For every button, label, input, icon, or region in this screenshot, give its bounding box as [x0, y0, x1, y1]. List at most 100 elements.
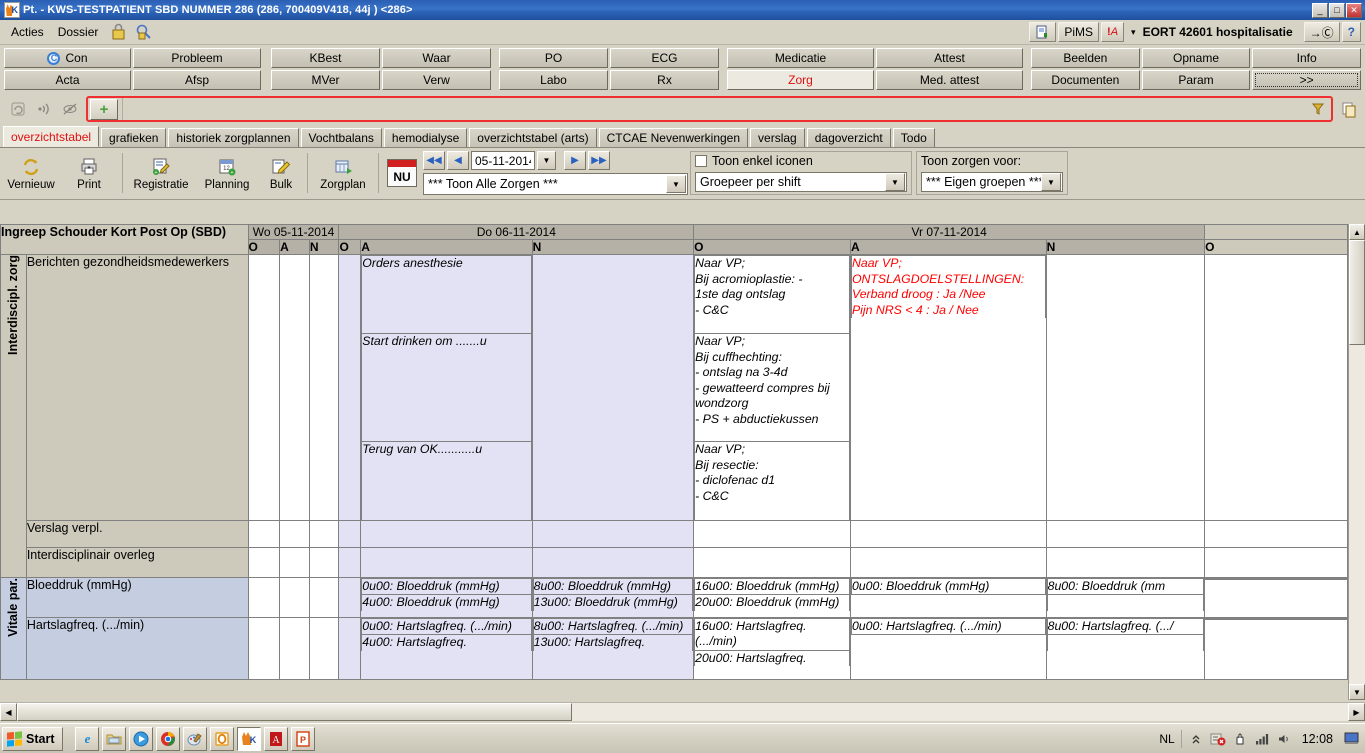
- care-entry[interactable]: 0u00: Hartslagfreq. (.../min): [361, 617, 532, 635]
- care-entry[interactable]: 16u00: Hartslagfreq. (.../min): [694, 617, 850, 651]
- show-hidden-icons[interactable]: [1188, 731, 1204, 747]
- vscroll-thumb[interactable]: [1349, 240, 1365, 345]
- horizontal-scrollbar[interactable]: ◀ ▶: [0, 702, 1365, 721]
- care-entry[interactable]: 8u00: Bloeddruk (mm: [1046, 577, 1205, 595]
- cell-wo-o-bloeddruk[interactable]: [247, 576, 281, 618]
- care-entry[interactable]: 0u00: Hartslagfreq. (.../min): [850, 617, 1046, 635]
- cell-do-n-berichten[interactable]: [531, 254, 695, 521]
- cell-wo-o-hartslag[interactable]: [247, 616, 281, 680]
- cell-wo-a-overleg[interactable]: [279, 546, 310, 578]
- care-entry[interactable]: 4u00: Bloeddruk (mmHg): [361, 594, 532, 611]
- tab-todo[interactable]: Todo: [892, 128, 935, 147]
- nav-button-opname[interactable]: Opname: [1141, 48, 1251, 68]
- nav-button-po[interactable]: PO: [499, 48, 608, 68]
- nav-button-afsp[interactable]: Afsp: [133, 70, 261, 90]
- nav-button-beelden[interactable]: Beelden: [1031, 48, 1140, 68]
- cell-wo-n-hartslag[interactable]: [308, 616, 340, 680]
- goto-button[interactable]: →Ⓒ: [1303, 22, 1340, 42]
- show-care-for-select[interactable]: *** Eigen groepen *** ▼: [921, 172, 1063, 192]
- powerpoint-icon[interactable]: P: [291, 726, 316, 751]
- tab-ctcae-nevenwerkingen[interactable]: CTCAE Nevenwerkingen: [598, 128, 749, 147]
- menu-acties[interactable]: Acties: [4, 23, 51, 41]
- cell-vr-o-berichten[interactable]: Naar VP; Bij acromioplastie: - 1ste dag …: [693, 254, 851, 521]
- cell-vr-a-verslag[interactable]: [849, 519, 1047, 548]
- nav-button-waar[interactable]: Waar: [382, 48, 491, 68]
- nav-button-kbest[interactable]: KBest: [271, 48, 380, 68]
- minimize-button[interactable]: _: [1312, 2, 1328, 18]
- cell-wo-a-bloeddruk[interactable]: [279, 576, 310, 618]
- care-entry-empty[interactable]: [1046, 634, 1205, 651]
- internet-explorer-icon[interactable]: e: [75, 726, 100, 751]
- alert-button[interactable]: ! A: [1101, 22, 1125, 42]
- nav-button-acta[interactable]: Acta: [4, 70, 131, 90]
- care-entry[interactable]: [1205, 618, 1347, 620]
- nav-button-probleem[interactable]: Probleem: [133, 48, 261, 68]
- nav-button-medicatie[interactable]: Medicatie: [727, 48, 874, 68]
- nav-button-med-attest[interactable]: Med. attest: [876, 70, 1023, 90]
- cell-wo-n-berichten[interactable]: [308, 254, 340, 521]
- copy-icon[interactable]: [1337, 98, 1361, 120]
- search-input[interactable]: [122, 98, 1307, 120]
- network-hand-icon[interactable]: [1232, 731, 1248, 747]
- tab-overzichtstabel[interactable]: overzichtstabel: [3, 126, 100, 147]
- cell-wo-n-bloeddruk[interactable]: [308, 576, 340, 618]
- vertical-scrollbar[interactable]: ▲ ▼: [1348, 224, 1365, 700]
- antivirus-alert-icon[interactable]: [1210, 731, 1226, 747]
- scroll-up-button[interactable]: ▲: [1349, 224, 1365, 240]
- add-button[interactable]: +: [90, 98, 118, 120]
- cell-wo-n-overleg[interactable]: [308, 546, 340, 578]
- cell-do-n-overleg[interactable]: [531, 546, 695, 578]
- cell-vr-a-berichten[interactable]: Naar VP; ONTSLAGDOELSTELLINGEN: Verband …: [849, 254, 1047, 521]
- paint-icon[interactable]: [183, 726, 208, 751]
- file-explorer-icon[interactable]: [102, 726, 127, 751]
- cell-do-o-berichten[interactable]: [338, 254, 362, 521]
- history-icon[interactable]: [6, 98, 30, 120]
- start-button[interactable]: Start: [2, 726, 64, 751]
- icons-only-checkbox[interactable]: [695, 155, 707, 167]
- tab-verslag[interactable]: verslag: [750, 128, 805, 147]
- cell-next-o-overleg[interactable]: [1204, 546, 1348, 578]
- care-entry[interactable]: 4u00: Hartslagfreq.: [361, 634, 532, 651]
- hscroll-track[interactable]: [17, 703, 1348, 721]
- grouping-select[interactable]: Groepeer per shift ▼: [695, 172, 907, 192]
- eye-off-icon[interactable]: [58, 98, 82, 120]
- date-input[interactable]: [471, 151, 535, 170]
- chevron-down-icon[interactable]: ▼: [666, 175, 686, 193]
- date-dropdown-button[interactable]: ▼: [537, 151, 556, 170]
- cell-vr-n-bloeddruk[interactable]: 8u00: Bloeddruk (mm: [1045, 576, 1206, 618]
- cell-do-a-berichten[interactable]: Orders anesthesie Start drinken om .....…: [360, 254, 533, 521]
- cell-wo-o-overleg[interactable]: [247, 546, 281, 578]
- cell-do-o-verslag[interactable]: [338, 519, 362, 548]
- care-filter-select[interactable]: *** Toon Alle Zorgen *** ▼: [423, 173, 688, 195]
- nav-button-attest[interactable]: Attest: [876, 48, 1023, 68]
- show-desktop-icon[interactable]: [1343, 731, 1359, 747]
- nav-button-ecg[interactable]: ECG: [610, 48, 719, 68]
- date-next-button[interactable]: ▶: [564, 151, 586, 170]
- sound-icon[interactable]: [32, 98, 56, 120]
- pims-button[interactable]: PiMS: [1058, 22, 1100, 42]
- nav-button-documenten[interactable]: Documenten: [1031, 70, 1140, 90]
- toolbar-registratie[interactable]: + Registratie: [127, 150, 195, 196]
- care-entry-empty[interactable]: [1046, 594, 1205, 611]
- volume-icon[interactable]: [1276, 731, 1292, 747]
- cell-vr-n-overleg[interactable]: [1045, 546, 1206, 578]
- cell-vr-o-verslag[interactable]: [693, 519, 851, 548]
- language-indicator[interactable]: NL: [1159, 732, 1174, 746]
- date-first-button[interactable]: ◀◀: [423, 151, 445, 170]
- toolbar-planning[interactable]: 12 + Planning: [195, 150, 259, 196]
- outlook-icon[interactable]: [210, 726, 235, 751]
- cell-vr-a-hartslag[interactable]: 0u00: Hartslagfreq. (.../min): [849, 616, 1047, 680]
- close-button[interactable]: ✕: [1346, 2, 1362, 18]
- date-last-button[interactable]: ▶▶: [588, 151, 610, 170]
- date-prev-button[interactable]: ◀: [447, 151, 469, 170]
- cell-vr-a-bloeddruk[interactable]: 0u00: Bloeddruk (mmHg): [849, 576, 1047, 618]
- nav-button-info[interactable]: Info: [1252, 48, 1362, 68]
- nav-button-con[interactable]: C Con: [4, 48, 131, 68]
- care-entry[interactable]: 0u00: Bloeddruk (mmHg): [361, 577, 532, 595]
- care-entry[interactable]: 20u00: Hartslagfreq.: [694, 649, 850, 666]
- hscroll-thumb[interactable]: [17, 703, 572, 721]
- care-entry[interactable]: [850, 634, 1046, 635]
- care-entry[interactable]: 8u00: Bloeddruk (mmHg): [532, 577, 694, 595]
- care-entry[interactable]: Orders anesthesie: [361, 255, 532, 334]
- nav-button-param[interactable]: Param: [1141, 70, 1251, 90]
